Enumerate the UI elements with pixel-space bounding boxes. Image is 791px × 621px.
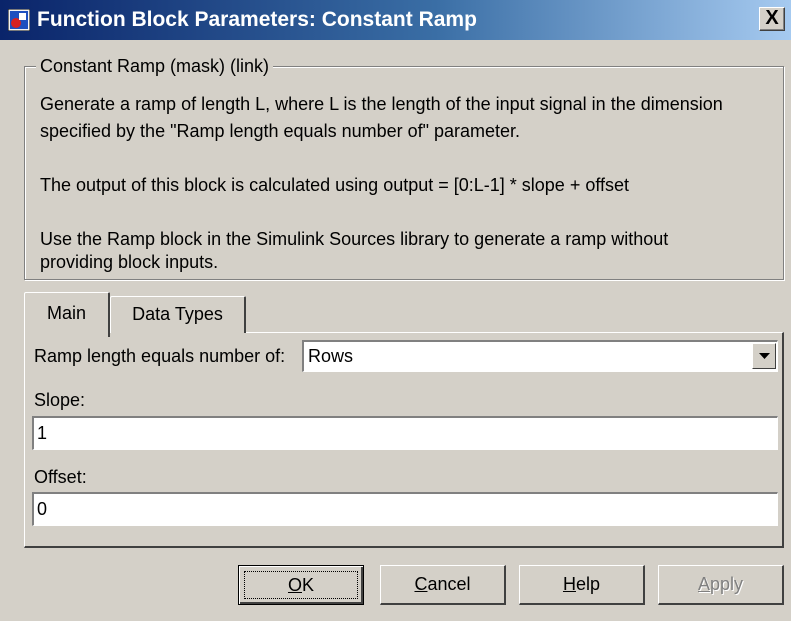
ramp-length-select[interactable]: Rows: [302, 340, 778, 372]
offset-label: Offset:: [34, 467, 87, 487]
group-title: Constant Ramp (mask) (link): [36, 56, 274, 77]
tab-main[interactable]: Main: [24, 292, 110, 337]
simulink-block-icon: [8, 9, 30, 31]
apply-mnemonic: A: [697, 574, 710, 594]
slope-input[interactable]: 1: [32, 416, 778, 450]
help-label: elp: [575, 574, 601, 594]
chevron-down-icon: [759, 353, 770, 359]
cancel-mnemonic: C: [414, 574, 428, 594]
ok-label: K: [302, 575, 315, 595]
apply-label: pply: [709, 574, 744, 594]
description-line: specified by the "Ramp length equals num…: [40, 121, 521, 141]
focus-rect: OK: [244, 571, 358, 599]
window-title: Function Block Parameters: Constant Ramp: [37, 8, 477, 31]
help-button[interactable]: Help: [519, 565, 645, 605]
apply-button[interactable]: Apply: [658, 565, 784, 605]
help-mnemonic: H: [562, 574, 576, 594]
dropdown-arrow-button[interactable]: [752, 343, 776, 369]
title-bar[interactable]: Function Block Parameters: Constant Ramp…: [0, 0, 791, 40]
ramp-length-value: Rows: [308, 346, 354, 366]
description-line: Generate a ramp of length L, where L is …: [40, 94, 723, 114]
description-line: The output of this block is calculated u…: [40, 175, 630, 195]
cancel-button[interactable]: Cancel: [380, 565, 506, 605]
ramp-length-label: Ramp length equals number of:: [34, 346, 286, 366]
description-line: providing block inputs.: [40, 252, 219, 272]
close-button[interactable]: X: [759, 7, 785, 31]
cancel-label: ancel: [427, 574, 471, 594]
offset-input[interactable]: 0: [32, 492, 778, 526]
description-line: Use the Ramp block in the Simulink Sourc…: [40, 229, 669, 249]
ok-mnemonic: O: [287, 575, 302, 595]
ok-button[interactable]: OK: [238, 565, 364, 605]
tab-data-types[interactable]: Data Types: [110, 296, 246, 333]
slope-label: Slope:: [34, 390, 86, 410]
